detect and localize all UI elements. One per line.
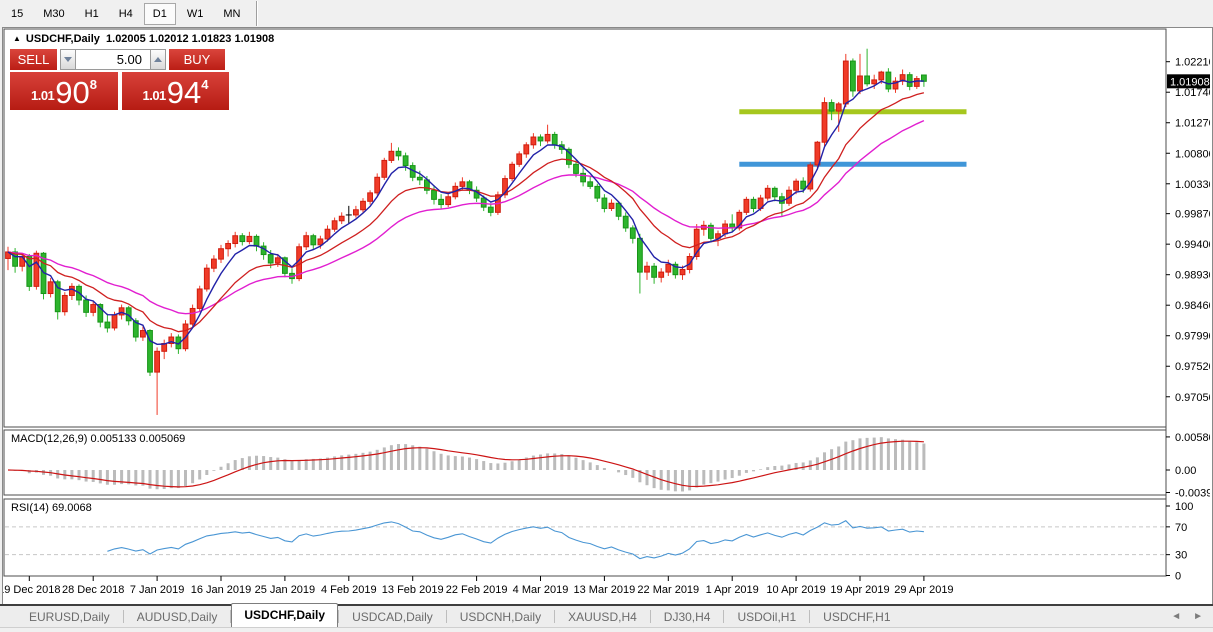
chart-tab-dj30-h4[interactable]: DJ30,H4 (651, 607, 724, 627)
chart-ohlc-values: 1.02005 1.02012 1.01823 1.01908 (106, 33, 275, 45)
bid-big-digits: 90 (55, 75, 90, 110)
date-axis-label: 7 Jan 2019 (130, 584, 184, 596)
rsi-axis-label: 100 (1175, 501, 1193, 513)
date-axis-label: 19 Apr 2019 (830, 584, 889, 596)
price-axis-label: 0.98930 (1175, 270, 1210, 282)
triangle-down-icon (64, 57, 72, 62)
bid-price-box[interactable]: 1.01 90 8 (10, 72, 118, 110)
price-axis-label: 1.01740 (1175, 87, 1210, 99)
chart-tab-usdcad-daily[interactable]: USDCAD,Daily (339, 607, 446, 627)
tabs-scroll-left-icon[interactable]: ◄ (1171, 611, 1181, 622)
chart-tab-usdcnh-daily[interactable]: USDCNH,Daily (447, 607, 554, 627)
price-axis-label: 0.99870 (1175, 209, 1210, 221)
timeframe-button-h4[interactable]: H4 (110, 3, 142, 25)
date-axis-label: 1 Apr 2019 (706, 584, 759, 596)
volume-input[interactable]: 5.00 (76, 49, 150, 70)
macd-axis-label: 0.005805 (1175, 432, 1210, 444)
chart-window: 1.02210 1.01740 1.01270 1.00800 1.00330 0.998… (0, 27, 1213, 606)
tabs-scroll-right-icon[interactable]: ► (1193, 611, 1203, 622)
price-chart[interactable]: 1.02210 1.01740 1.01270 1.00800 1.00330 0.998… (0, 28, 1213, 603)
chart-tab-usdchf-daily[interactable]: USDCHF,Daily (231, 602, 339, 628)
rsi-axis-label: 30 (1175, 550, 1187, 562)
price-axis-label: 0.97050 (1175, 392, 1210, 404)
ask-pip-digit: 4 (201, 77, 209, 92)
chart-tab-bar: EURUSD,Daily AUDUSD,Daily USDCHF,Daily USDC… (0, 602, 1213, 628)
date-axis: 19 Dec 2018 28 Dec 2018 7 Jan 2019 16 Jan 2… (0, 576, 954, 596)
rsi-axis-label: 0 (1175, 571, 1181, 583)
date-axis-label: 28 Dec 2018 (62, 584, 124, 596)
timeframe-button-d1[interactable]: D1 (143, 2, 176, 25)
timeframe-toolbar: 15 M30 H1 H4 D1 W1 MN (0, 0, 1213, 27)
current-price-tag: 1.01908 (1167, 74, 1210, 89)
date-axis-label: 4 Mar 2019 (513, 584, 569, 596)
chart-tab-usdoil-h1[interactable]: USDOil,H1 (724, 607, 809, 627)
rsi-name: RSI(14) (11, 502, 49, 514)
chart-title: ▲ USDCHF,Daily 1.02005 1.02012 1.01823 1.… (13, 33, 274, 45)
window-bottom-edge (0, 627, 1213, 632)
chart-symbol-label: USDCHF,Daily (25, 33, 100, 45)
ask-big-digits: 94 (166, 75, 202, 110)
date-axis-label: 19 Dec 2018 (3, 584, 60, 596)
chart-tab-xauusd-h4[interactable]: XAUUSD,H4 (555, 607, 650, 627)
macd-signal-line (7, 440, 924, 488)
date-axis-label: 4 Feb 2019 (321, 584, 377, 596)
price-axis-label: 0.98460 (1175, 300, 1210, 312)
macd-current-values: 0.005133 0.005069 (90, 433, 186, 445)
date-axis-label: 22 Feb 2019 (446, 584, 508, 596)
date-axis-label: 10 Apr 2019 (766, 584, 825, 596)
date-axis-label: 13 Mar 2019 (574, 584, 636, 596)
timeframe-button-m30[interactable]: M30 (34, 3, 73, 25)
rsi-indicator-label: RSI(14) 69.0068 (11, 502, 92, 514)
price-axis-label: 1.00330 (1175, 179, 1210, 191)
timeframe-button-mn[interactable]: MN (214, 3, 249, 25)
date-axis-label: 13 Feb 2019 (382, 584, 444, 596)
date-axis-label: 16 Jan 2019 (191, 584, 252, 596)
price-axis-label: 0.99400 (1175, 239, 1210, 251)
price-axis-label: 1.01270 (1175, 118, 1210, 130)
volume-decrease-button[interactable] (60, 49, 76, 70)
macd-histogram (13, 437, 926, 492)
ma-fast-line (7, 79, 924, 346)
chart-tab-eurusd-daily[interactable]: EURUSD,Daily (16, 607, 123, 627)
price-axis-label: 1.02210 (1175, 57, 1210, 69)
collapse-triangle-icon[interactable]: ▲ (13, 34, 21, 43)
sell-button[interactable]: SELL (10, 49, 57, 70)
timeframe-button-15[interactable]: 15 (2, 3, 32, 25)
current-price-value: 1.01908 (1170, 76, 1210, 88)
price-axis: 1.02210 1.01740 1.01270 1.00800 1.00330 0.998… (1165, 29, 1213, 583)
price-axis-label: 1.00800 (1175, 148, 1210, 160)
bid-pip-digit: 8 (89, 77, 98, 92)
timeframe-button-h1[interactable]: H1 (76, 3, 108, 25)
macd-axis-label: 0.00 (1175, 465, 1196, 477)
date-axis-label: 22 Mar 2019 (637, 584, 699, 596)
rsi-axis-label: 70 (1175, 522, 1187, 534)
pane-frames (3, 28, 1167, 577)
rsi-level-lines (5, 526, 1165, 556)
ask-prefix: 1.01 (142, 88, 166, 103)
macd-name: MACD(12,26,9) (11, 433, 88, 445)
price-axis-label: 0.97520 (1175, 361, 1210, 373)
ma-mid-line (7, 92, 925, 333)
ask-price-box[interactable]: 1.01 94 4 (122, 72, 229, 110)
buy-button[interactable]: BUY (169, 49, 225, 70)
ma-slow-line (7, 119, 925, 315)
timeframe-button-w1[interactable]: W1 (178, 3, 213, 25)
triangle-up-icon (154, 57, 162, 62)
macd-indicator-label: MACD(12,26,9) 0.005133 0.005069 (11, 433, 185, 445)
date-axis-label: 29 Apr 2019 (894, 584, 953, 596)
date-axis-label: 25 Jan 2019 (255, 584, 316, 596)
price-axis-label: 0.97990 (1175, 331, 1210, 343)
one-click-trade-panel: SELL 5.00 BUY 1.01 90 8 1.01 94 4 (10, 49, 229, 110)
bid-prefix: 1.01 (30, 88, 55, 103)
rsi-current-value: 69.0068 (51, 502, 92, 514)
toolbar-separator (256, 1, 259, 26)
volume-increase-button[interactable] (150, 49, 166, 70)
chart-tab-usdchf-h1[interactable]: USDCHF,H1 (810, 607, 903, 627)
horizontal-level-lines[interactable] (739, 109, 967, 167)
chart-tab-audusd-daily[interactable]: AUDUSD,Daily (124, 607, 231, 627)
macd-axis-label: -0.003945 (1175, 487, 1210, 499)
